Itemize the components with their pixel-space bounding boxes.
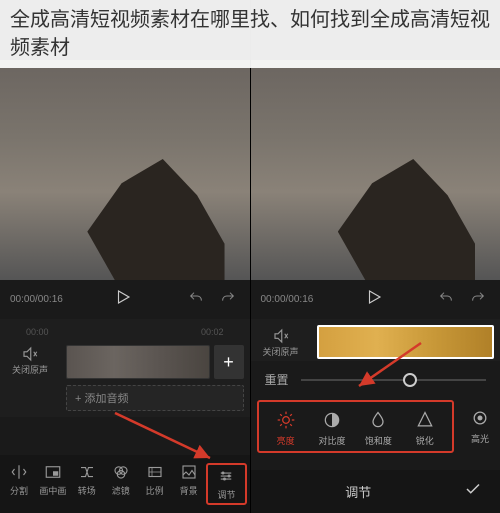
confirm-button[interactable] <box>456 480 490 503</box>
reset-button[interactable]: 重置 <box>265 371 289 388</box>
adjust-slider-row: 重置 <box>251 361 500 398</box>
video-preview[interactable] <box>251 60 500 280</box>
clip-track[interactable] <box>317 325 495 359</box>
mute-original-sound[interactable]: 关闭原声 <box>257 327 305 358</box>
page-title: 全成高清短视频素材在哪里找、如何找到全成高清短视频素材 <box>0 0 500 68</box>
adjust-saturation[interactable]: 饱和度 <box>355 410 401 447</box>
time-mark: 00:00 <box>26 327 49 337</box>
confirm-bar: 调节 <box>251 470 500 513</box>
adjust-slider[interactable] <box>301 379 486 381</box>
add-audio-button[interactable]: + 添加音频 <box>66 385 244 411</box>
undo-icon[interactable] <box>184 290 208 309</box>
toolbar-label: 画中画 <box>39 484 66 497</box>
toolbar-label: 滤镜 <box>112 484 130 497</box>
redo-icon[interactable] <box>466 290 490 309</box>
clip-track[interactable]: + <box>66 345 244 379</box>
toolbar-pip[interactable]: 画中画 <box>36 463 70 505</box>
toolbar-transition[interactable]: 转场 <box>70 463 104 505</box>
screen-right: 00:00/00:16 关闭原声 重置 <box>250 0 500 513</box>
toolbar-adjust[interactable]: 调节 <box>206 463 248 505</box>
playback-bar: 00:00/00:16 <box>0 280 250 319</box>
toolbar-label: 转场 <box>78 484 96 497</box>
adjust-toolbar: 亮度 对比度 饱和度 锐化 <box>257 400 455 453</box>
screen-left: 00:00/00:16 00:00 00:02 关闭原声 + <box>0 0 250 513</box>
adjust-highlight[interactable]: 高光 <box>460 408 500 445</box>
timeline[interactable]: 00:00 00:02 关闭原声 + + 添加音频 <box>0 319 250 417</box>
mute-label: 关闭原声 <box>262 345 298 358</box>
screenshot-pair: 00:00/00:16 00:00 00:02 关闭原声 + <box>0 0 500 513</box>
toolbar-label: 分割 <box>10 484 28 497</box>
toolbar-label: 背景 <box>180 484 198 497</box>
video-content <box>87 159 224 280</box>
adjust-label: 亮度 <box>277 434 295 447</box>
slider-handle[interactable] <box>403 373 417 387</box>
toolbar-background[interactable]: 背景 <box>172 463 206 505</box>
undo-icon[interactable] <box>434 290 458 309</box>
adjust-brightness[interactable]: 亮度 <box>263 410 309 447</box>
toolbar-split[interactable]: 分割 <box>2 463 36 505</box>
video-clip[interactable] <box>66 345 210 379</box>
video-clip-selected[interactable] <box>317 325 495 359</box>
adjust-label: 对比度 <box>319 434 346 447</box>
adjust-label: 饱和度 <box>365 434 392 447</box>
video-content <box>338 159 475 280</box>
redo-icon[interactable] <box>216 290 240 309</box>
mute-label: 关闭原声 <box>12 363 48 376</box>
time-marks: 00:00 00:02 <box>6 325 244 339</box>
playback-time: 00:00/00:16 <box>261 294 314 305</box>
adjust-sharpen[interactable]: 锐化 <box>402 410 448 447</box>
toolbar-label: 比例 <box>146 484 164 497</box>
playback-bar: 00:00/00:16 <box>251 280 500 319</box>
add-clip-button[interactable]: + <box>214 345 244 379</box>
toolbar-label: 调节 <box>217 488 235 501</box>
playback-time: 00:00/00:16 <box>10 294 63 305</box>
time-mark: 00:02 <box>201 327 224 337</box>
play-button[interactable] <box>321 288 426 311</box>
adjust-label: 高光 <box>471 432 489 445</box>
adjust-label: 锐化 <box>416 434 434 447</box>
toolbar-filter[interactable]: 滤镜 <box>104 463 138 505</box>
play-button[interactable] <box>71 288 176 311</box>
timeline[interactable]: 关闭原声 <box>251 319 500 361</box>
panel-title: 调节 <box>261 482 457 501</box>
toolbar-ratio[interactable]: 比例 <box>138 463 172 505</box>
mute-original-sound[interactable]: 关闭原声 <box>6 345 54 376</box>
bottom-toolbar: 分割 画中画 转场 滤镜 比例 背景 <box>0 455 250 513</box>
adjust-contrast[interactable]: 对比度 <box>309 410 355 447</box>
video-preview[interactable] <box>0 60 250 280</box>
